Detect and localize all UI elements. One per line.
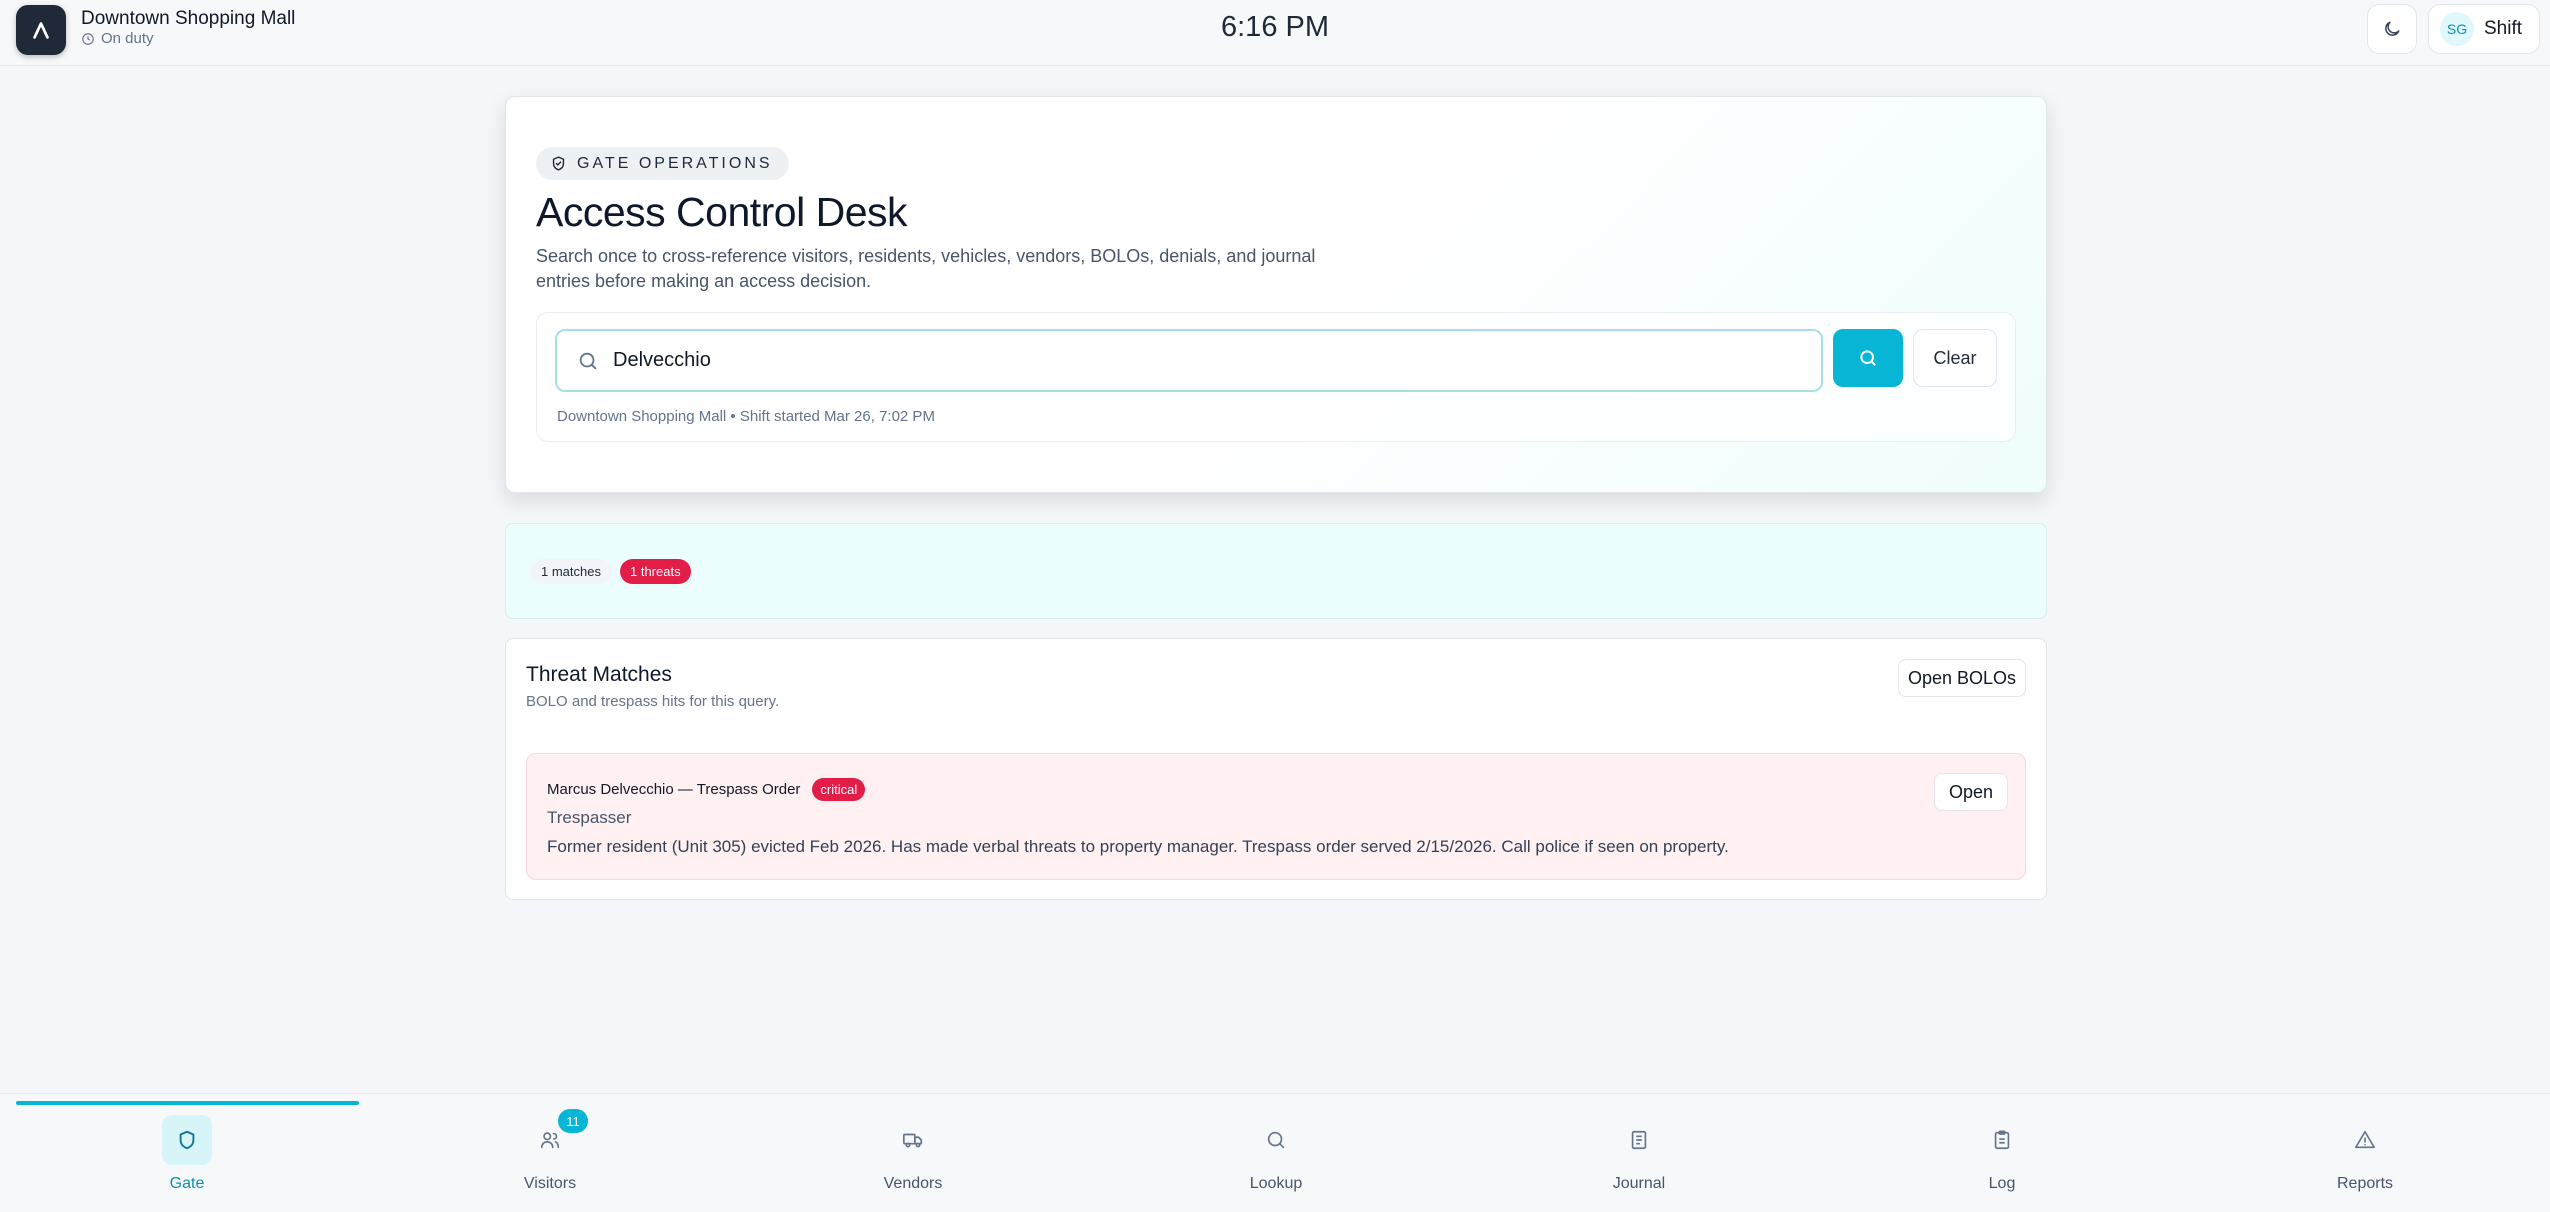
matches-count-badge: 1 matches xyxy=(530,559,612,584)
clear-button[interactable]: Clear xyxy=(1913,329,1997,387)
nav-tab-label: Journal xyxy=(1612,1175,1666,1192)
threat-matches-title: Threat Matches xyxy=(526,663,672,686)
search-panel: Clear Downtown Shopping Mall • Shift sta… xyxy=(536,312,2016,442)
threat-name: Marcus Delvecchio — Trespass Order xyxy=(547,781,801,798)
gate-operations-badge: GATE OPERATIONS xyxy=(536,147,789,180)
open-bolos-button[interactable]: Open BOLOs xyxy=(1898,659,2026,697)
avatar: SG xyxy=(2440,12,2474,46)
search-icon xyxy=(579,352,597,369)
nav-tab-label: Gate xyxy=(169,1175,205,1192)
search-icon xyxy=(1860,350,1876,366)
user-menu-button[interactable]: SG Shift xyxy=(2428,4,2540,54)
nav-tab-lookup[interactable]: Lookup xyxy=(1176,1111,1376,1201)
threats-count-badge: 1 threats xyxy=(620,559,691,584)
threat-matches-subtitle: BOLO and trespass hits for this query. xyxy=(526,693,780,710)
page-description: Search once to cross-reference visitors,… xyxy=(536,246,1316,291)
book-icon xyxy=(1614,1115,1664,1165)
clipboard-icon xyxy=(1977,1115,2027,1165)
search-field[interactable] xyxy=(555,329,1823,392)
threat-matches-card: Threat Matches BOLO and trespass hits fo… xyxy=(505,638,2047,900)
shield-icon xyxy=(162,1115,212,1165)
open-threat-button[interactable]: Open xyxy=(1934,773,2008,811)
search-input[interactable] xyxy=(613,349,1793,372)
nav-tab-log[interactable]: Log xyxy=(1902,1111,2102,1201)
search-button[interactable] xyxy=(1833,329,1903,387)
nav-tab-journal[interactable]: Journal xyxy=(1539,1111,1739,1201)
warning-icon xyxy=(2340,1115,2390,1165)
search-icon xyxy=(1251,1115,1301,1165)
threat-type: Trespasser xyxy=(547,808,632,827)
nav-tab-visitors[interactable]: 11 Visitors xyxy=(450,1109,650,1201)
shield-check-icon xyxy=(552,156,565,171)
access-control-card: GATE OPERATIONS Access Control Desk Sear… xyxy=(505,96,2047,493)
nav-tab-vendors[interactable]: Vendors xyxy=(813,1111,1013,1201)
nav-tab-gate[interactable]: Gate xyxy=(87,1111,287,1201)
page-title: Access Control Desk xyxy=(536,189,908,235)
top-bar: Downtown Shopping Mall On duty 6:16 PM S… xyxy=(0,0,2550,66)
user-label: Shift xyxy=(2484,18,2523,39)
severity-badge: critical xyxy=(812,778,866,801)
truck-icon xyxy=(888,1115,938,1165)
search-meta: Downtown Shopping Mall • Shift started M… xyxy=(557,408,935,425)
gate-operations-label: GATE OPERATIONS xyxy=(577,154,773,172)
nav-tab-label: Visitors xyxy=(523,1175,577,1192)
active-tab-indicator xyxy=(16,1101,359,1105)
theme-toggle-button[interactable] xyxy=(2367,4,2417,54)
nav-tab-reports[interactable]: Reports xyxy=(2265,1111,2465,1201)
results-summary: 1 matches 1 threats xyxy=(505,523,2047,619)
bottom-navigation: Gate 11 Visitors Vendors Lookup Journal … xyxy=(0,1093,2550,1212)
moon-icon xyxy=(2385,21,2400,36)
clock: 6:16 PM xyxy=(1221,11,1329,43)
threat-notes: Former resident (Unit 305) evicted Feb 2… xyxy=(547,837,1729,856)
nav-tab-label: Reports xyxy=(2336,1175,2394,1192)
visitors-count-badge: 11 xyxy=(558,1109,588,1133)
threat-item: Marcus Delvecchio — Trespass Order criti… xyxy=(526,753,2026,880)
nav-tab-label: Log xyxy=(1988,1175,2016,1192)
nav-tab-label: Vendors xyxy=(883,1175,943,1192)
threat-title-row: Marcus Delvecchio — Trespass Order criti… xyxy=(547,778,866,801)
nav-tab-label: Lookup xyxy=(1249,1175,1303,1192)
